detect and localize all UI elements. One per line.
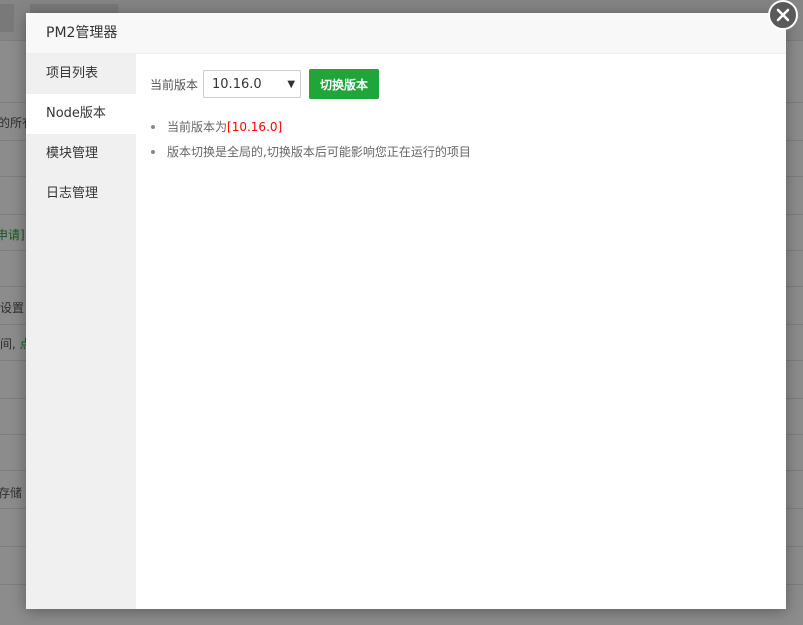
sidebar-item-node-version[interactable]: Node版本 — [26, 94, 136, 134]
tip-current-version: 当前版本为[10.16.0] — [150, 119, 471, 144]
switch-version-button[interactable]: 切换版本 — [309, 69, 380, 99]
tip-current-version-value: [10.16.0] — [227, 120, 283, 134]
chevron-down-icon: ▼ — [287, 79, 296, 90]
tip-global-warning: 版本切换是全局的,切换版本后可能影响您正在运行的项目 — [150, 144, 471, 169]
node-version-panel: 当前版本 10.16.0 ▼ 切换版本 当前版本为[10.16.0] 版本切换是… — [136, 54, 786, 609]
tip-warning-text: 版本切换是全局的,切换版本后可能影响您正在运行的项目 — [167, 145, 471, 159]
dialog-title: PM2管理器 — [26, 13, 786, 54]
bullet-icon — [151, 125, 155, 129]
version-select[interactable]: 10.16.0 ▼ — [203, 70, 302, 98]
version-select-value: 10.16.0 — [212, 77, 262, 92]
sidebar-item-log-management[interactable]: 日志管理 — [26, 174, 136, 214]
close-button[interactable] — [768, 0, 798, 30]
dialog-sidebar: 项目列表 Node版本 模块管理 日志管理 — [26, 54, 136, 609]
bullet-icon — [151, 150, 155, 154]
sidebar-item-project-list[interactable]: 项目列表 — [26, 54, 136, 94]
tip-current-prefix: 当前版本为 — [167, 120, 228, 134]
sidebar-item-module-management[interactable]: 模块管理 — [26, 134, 136, 174]
version-toolbar: 当前版本 10.16.0 ▼ 切换版本 — [150, 69, 380, 99]
close-icon — [776, 8, 790, 22]
version-tips: 当前版本为[10.16.0] 版本切换是全局的,切换版本后可能影响您正在运行的项… — [150, 119, 471, 169]
pm2-manager-dialog: PM2管理器 项目列表 Node版本 模块管理 日志管理 当前版本 10.16.… — [26, 13, 786, 609]
current-version-label: 当前版本 — [150, 77, 199, 92]
